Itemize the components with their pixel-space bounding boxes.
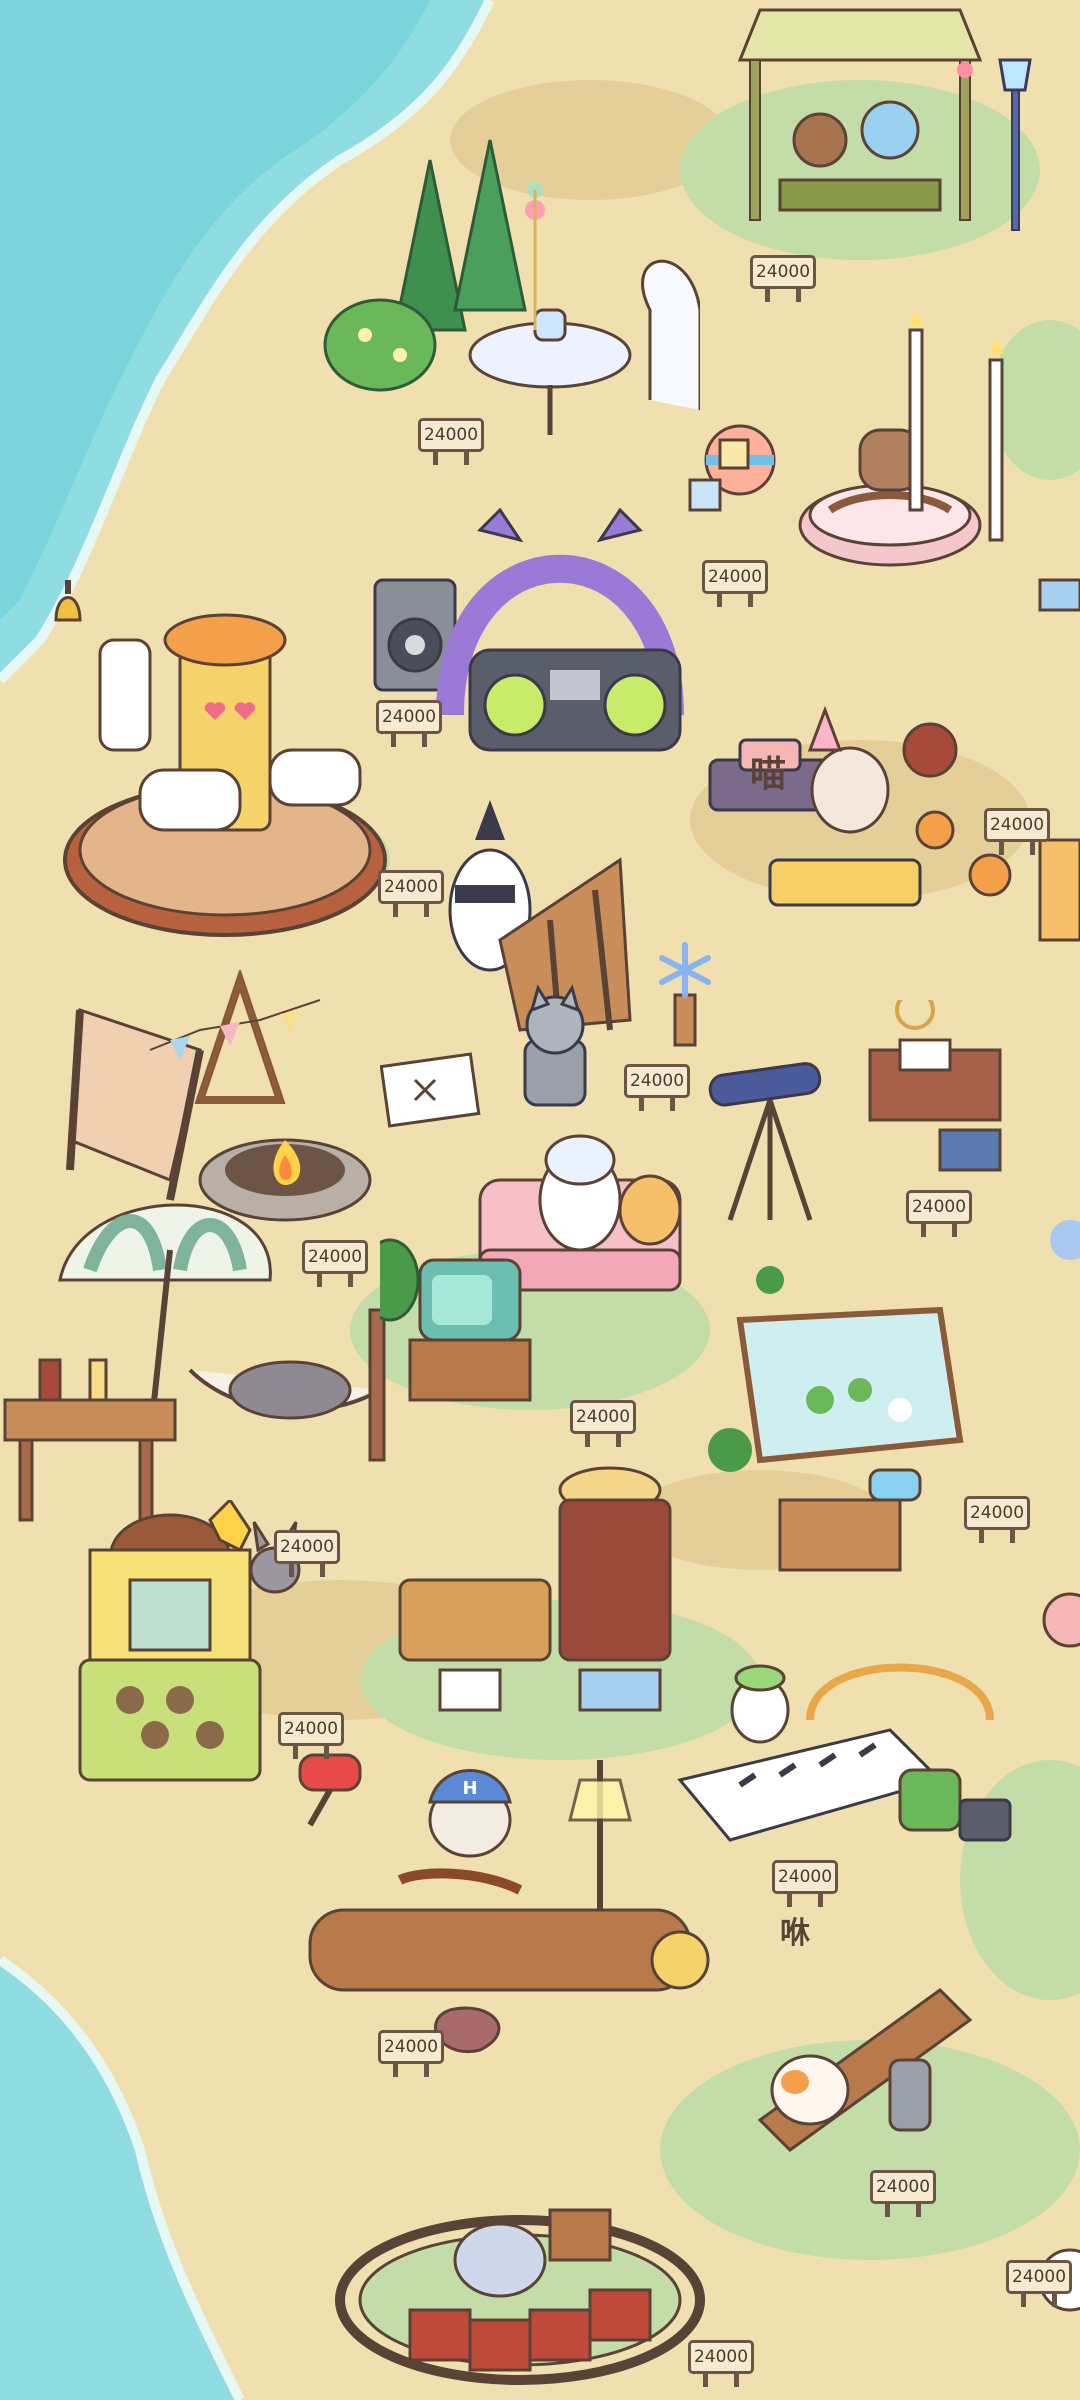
busking-log[interactable]: H (300, 1760, 720, 2060)
price-sign-stargazer[interactable]: 24000 (906, 1190, 972, 1237)
price-sign-edge[interactable]: 24000 (1006, 2260, 1072, 2307)
tea-party-set[interactable] (320, 130, 700, 460)
price-sign-gym[interactable]: 24000 (984, 808, 1050, 855)
garden-swing[interactable] (720, 0, 1000, 260)
toy-corner[interactable] (680, 310, 1020, 590)
price-sign-piano[interactable]: 24000 (772, 1860, 838, 1907)
cap-letter: H (462, 1778, 477, 1799)
terrarium-garden[interactable] (700, 1260, 1000, 1590)
price-sign-terrarium[interactable]: 24000 (964, 1496, 1030, 1543)
stargazer-desk[interactable] (700, 1000, 1020, 1240)
carousel[interactable] (60, 600, 390, 940)
cat-sound-whoosh: 咻 (780, 1916, 810, 1951)
price-sign-swing[interactable]: 24000 (750, 255, 816, 302)
lounge-sofa-tv[interactable] (380, 1120, 720, 1410)
price-sign-carousel[interactable]: 24000 (378, 870, 444, 917)
edge-items-right (1038, 578, 1080, 2312)
price-sign-arcade[interactable]: 24000 (278, 1712, 344, 1759)
price-sign-lounge[interactable]: 24000 (570, 1400, 636, 1447)
keyboard-piano[interactable] (670, 1650, 1030, 1890)
price-sign-boombox[interactable]: 24000 (376, 700, 442, 747)
cat-statue[interactable] (510, 980, 600, 1110)
price-sign-seesaw[interactable]: 24000 (870, 2170, 936, 2217)
price-sign-toys[interactable]: 24000 (702, 560, 768, 607)
price-sign-hammock[interactable]: 24000 (274, 1530, 340, 1577)
toy-train-set[interactable] (330, 2190, 710, 2390)
cat-sound-meow: 喵 (750, 754, 787, 795)
price-sign-train[interactable]: 24000 (688, 2340, 754, 2387)
price-sign-campfire[interactable]: 24000 (302, 1240, 368, 1287)
sea-bell-icon[interactable] (48, 570, 88, 630)
price-sign-busking[interactable]: 24000 (378, 2030, 444, 2077)
price-sign-statue[interactable]: 24000 (624, 1064, 690, 1111)
travel-suitcases[interactable] (380, 1460, 700, 1730)
price-sign-tea-set[interactable]: 24000 (418, 418, 484, 465)
whack-a-mole-arcade[interactable] (70, 1500, 270, 1800)
game-scene: H 喵 咻 24000 24000 24000 24000 24000 2400… (0, 0, 1080, 2400)
